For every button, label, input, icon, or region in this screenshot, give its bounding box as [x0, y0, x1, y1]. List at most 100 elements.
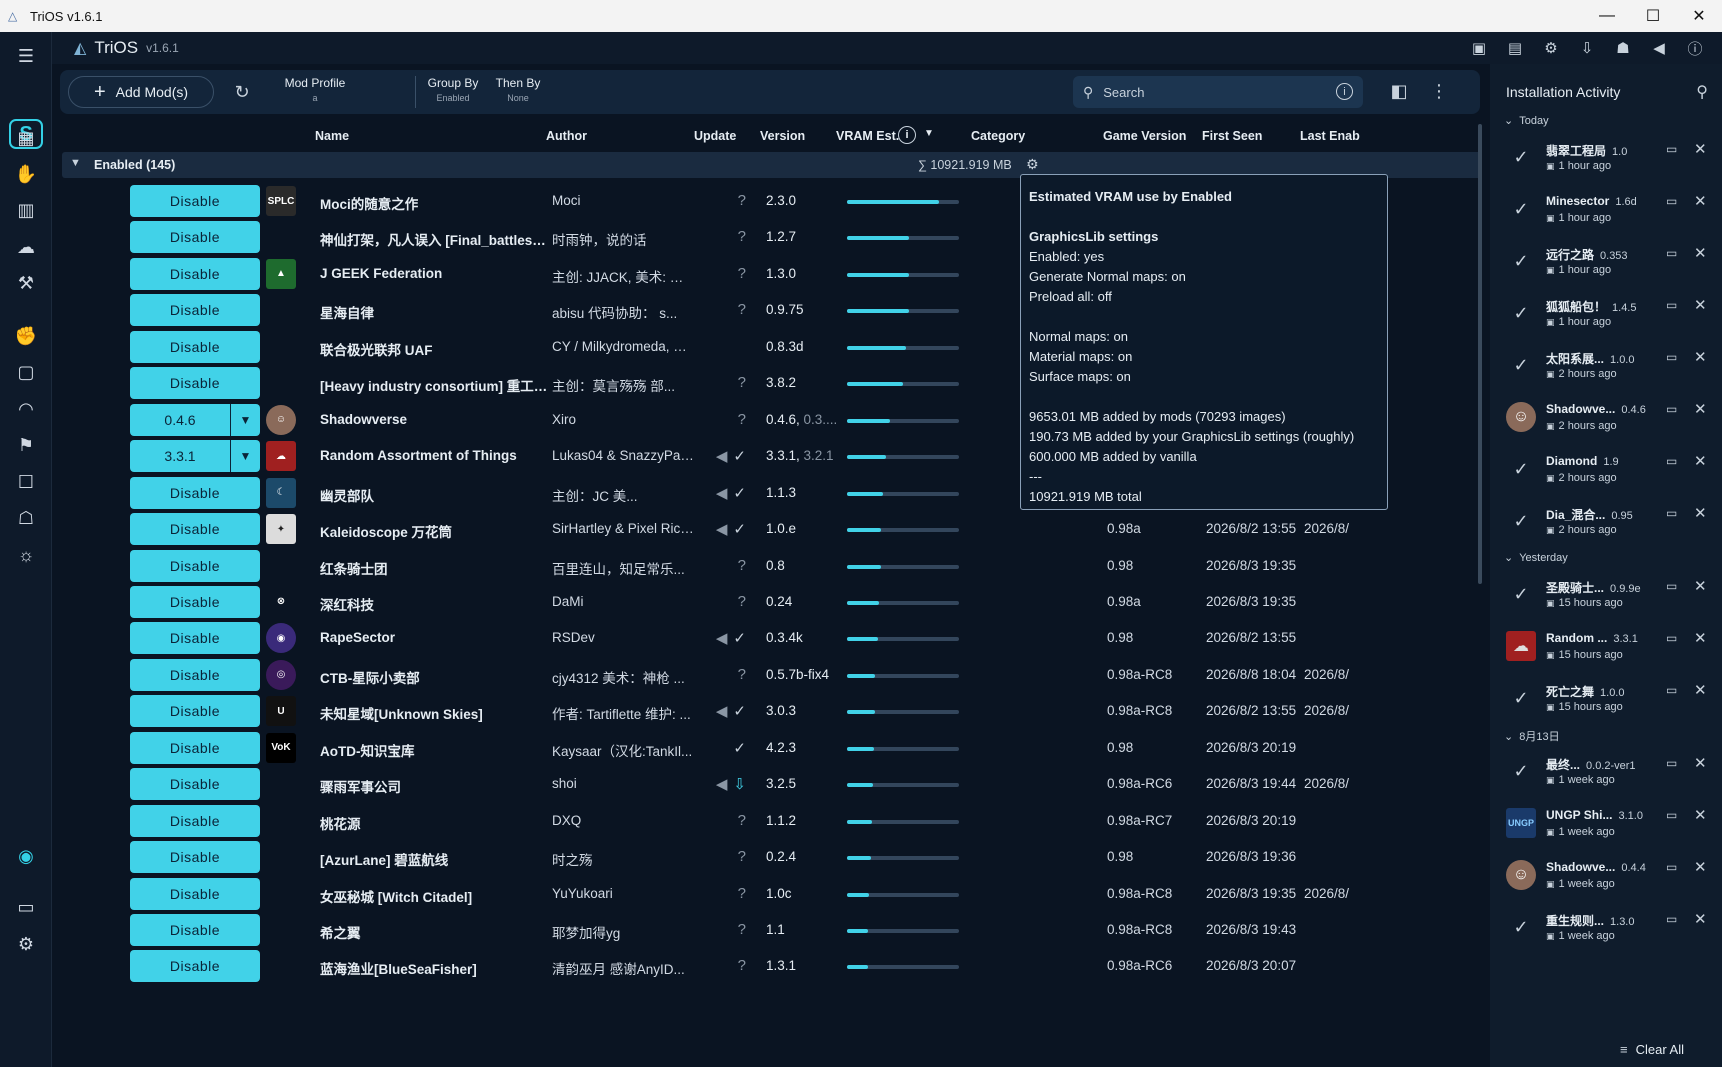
col-last-enabled[interactable]: Last Enab [1300, 129, 1360, 143]
col-author[interactable]: Author [546, 129, 587, 143]
table-row[interactable]: Disable ✦ Kaleidoscope 万花筒 SirHartley & … [52, 510, 1482, 548]
activity-item[interactable]: ☺ Shadowve... 0.4.6 ▣ 2 hours ago ▭ ✕ [1500, 392, 1716, 444]
dismiss-icon[interactable]: ✕ [1694, 858, 1707, 876]
eye-icon[interactable]: ◉ [12, 842, 40, 870]
activity-item[interactable]: ✓ 圣殿骑士... 0.9.9e ▣ 15 hours ago ▭ ✕ [1500, 569, 1716, 621]
mod-name[interactable]: 星海自律 [320, 302, 552, 322]
dismiss-icon[interactable]: ✕ [1694, 140, 1707, 158]
dismiss-icon[interactable]: ✕ [1694, 244, 1707, 262]
disable-button[interactable]: Disable [130, 622, 260, 655]
disable-button[interactable]: Disable [130, 185, 260, 217]
open-folder-icon[interactable]: ▭ [1666, 454, 1677, 468]
search-info-icon[interactable]: i [1336, 83, 1353, 100]
disable-button[interactable]: Disable [130, 841, 260, 874]
dismiss-icon[interactable]: ✕ [1694, 400, 1707, 418]
activity-item[interactable]: ✓ Dia_混合... 0.95 ▣ 2 hours ago ▭ ✕ [1500, 496, 1716, 548]
settings-icon[interactable]: ⚙ [12, 930, 40, 958]
version-select-button[interactable]: 3.3.1 ▼ [130, 440, 260, 473]
mod-name[interactable]: CTB-星际小卖部 [320, 667, 552, 687]
table-row[interactable]: Disable ⊗ 深红科技 DaMi ? 0.24 0.98a 2026/8/… [52, 583, 1482, 621]
dismiss-icon[interactable]: ✕ [1694, 577, 1707, 595]
disable-button[interactable]: Disable [130, 585, 260, 618]
table-row[interactable]: Disable U 未知星域[Unknown Skies] 作者: Tartif… [52, 692, 1482, 730]
chip-icon[interactable]: ▢ [12, 358, 40, 386]
chip-settings-icon[interactable]: ⚙ [1026, 156, 1039, 173]
column-layout-icon[interactable]: ◧ [1388, 80, 1410, 102]
close-window-button[interactable]: ✕ [1676, 0, 1722, 32]
download-icon[interactable]: ⇩ [1576, 37, 1598, 59]
activity-item[interactable]: UNGP UNGP Shi... 3.1.0 ▣ 1 week ago ▭ ✕ [1500, 798, 1716, 850]
disable-button[interactable]: Disable [130, 330, 260, 363]
dismiss-icon[interactable]: ✕ [1694, 681, 1707, 699]
dismiss-icon[interactable]: ✕ [1694, 504, 1707, 522]
group-by-dropdown[interactable]: Group By Enabled [420, 76, 486, 103]
mods-icon[interactable]: ✋ [12, 160, 40, 188]
disable-button[interactable]: Disable [130, 950, 260, 983]
open-folder-icon[interactable]: ▭ [1666, 194, 1677, 208]
mod-name[interactable]: 希之翼 [320, 922, 552, 942]
disable-button[interactable]: Disable [130, 476, 260, 509]
gallery-icon[interactable]: ▥ [12, 196, 40, 224]
dropdown-arrow-icon[interactable]: ▼ [230, 440, 260, 473]
search-input[interactable] [1103, 84, 1314, 100]
col-category[interactable]: Category [971, 129, 1025, 143]
dismiss-icon[interactable]: ✕ [1694, 192, 1707, 210]
megaphone-icon[interactable]: ◀ [716, 520, 728, 538]
disable-button[interactable]: Disable [130, 221, 260, 254]
mod-name[interactable]: 幽灵部队 [320, 485, 552, 505]
mod-name[interactable]: 红条骑士团 [320, 558, 552, 578]
dismiss-icon[interactable]: ✕ [1694, 754, 1707, 772]
mod-name[interactable]: [AzurLane] 碧蓝航线 [320, 849, 552, 869]
activity-item[interactable]: ✓ 重生规则... 1.3.0 ▣ 1 week ago ▭ ✕ [1500, 902, 1716, 954]
mod-name[interactable]: RapeSector [320, 630, 552, 645]
pin-icon[interactable]: ⚲ [1696, 82, 1708, 102]
open-folder-icon[interactable]: ▭ [1666, 350, 1677, 364]
vram-dropdown-icon[interactable]: ▼ [924, 128, 934, 139]
mod-name[interactable]: J GEEK Federation [320, 266, 552, 281]
megaphone-icon[interactable]: ◀ [716, 775, 728, 793]
mod-name[interactable]: AoTD-知识宝库 [320, 740, 552, 760]
open-folder-icon[interactable]: ▭ [1666, 631, 1677, 645]
disable-button[interactable]: Disable [130, 549, 260, 582]
disable-button[interactable]: Disable [130, 695, 260, 728]
disable-button[interactable]: Disable [130, 367, 260, 400]
megaphone-icon[interactable]: ◀ [716, 702, 728, 720]
flag-icon[interactable]: ⚑ [12, 431, 40, 459]
mod-name[interactable]: Kaleidoscope 万花筒 [320, 521, 552, 541]
activity-item[interactable]: ✓ 太阳系展... 1.0.0 ▣ 2 hours ago ▭ ✕ [1500, 340, 1716, 392]
table-row[interactable]: Disable 女巫秘城 [Witch Citadel] YuYukoari ?… [52, 875, 1482, 913]
megaphone-icon[interactable]: ◀ [716, 447, 728, 465]
then-by-dropdown[interactable]: Then By None [488, 76, 548, 103]
mod-name[interactable]: 未知星域[Unknown Skies] [320, 703, 552, 723]
dismiss-icon[interactable]: ✕ [1694, 629, 1707, 647]
table-row[interactable]: Disable VoK AoTD-知识宝库 Kaysaar（汉化:TankIl.… [52, 729, 1482, 767]
settings-gear-icon[interactable]: ⚙ [1540, 37, 1562, 59]
table-row[interactable]: Disable 蓝海渔业[BlueSeaFisher] 清韵巫月 感谢AnyID… [52, 947, 1482, 985]
more-options-icon[interactable]: ⋮ [1428, 80, 1450, 102]
open-folder-icon[interactable]: ▭ [1666, 860, 1677, 874]
log-file-icon[interactable]: ▤ [1504, 37, 1526, 59]
dismiss-icon[interactable]: ✕ [1694, 806, 1707, 824]
mod-name[interactable]: 桃花源 [320, 813, 552, 833]
table-scrollbar[interactable] [1478, 124, 1482, 584]
disable-button[interactable]: Disable [130, 768, 260, 801]
open-folder-icon[interactable]: ▭ [1666, 246, 1677, 260]
minimize-button[interactable]: — [1584, 0, 1630, 32]
dismiss-icon[interactable]: ✕ [1694, 296, 1707, 314]
activity-group-header[interactable]: ⌄ Today [1504, 114, 1549, 127]
col-game-version[interactable]: Game Version [1103, 129, 1186, 143]
disable-button[interactable]: Disable [130, 294, 260, 327]
hammer-icon[interactable]: ⚒ [12, 269, 40, 297]
activity-item[interactable]: ✓ 最终... 0.0.2-ver1 ▣ 1 week ago ▭ ✕ [1500, 746, 1716, 798]
activity-group-header[interactable]: ⌄ Yesterday [1504, 551, 1568, 564]
activity-item[interactable]: ✓ Diamond 1.9 ▣ 2 hours ago ▭ ✕ [1500, 444, 1716, 496]
table-row[interactable]: Disable 红条骑士团 百里连山，知足常乐... ? 0.8 0.98 20… [52, 547, 1482, 585]
col-name[interactable]: Name [315, 129, 349, 143]
table-row[interactable]: Disable ◉ RapeSector RSDev ◀ ✓ 0.3.4k 0.9… [52, 619, 1482, 657]
activity-item[interactable]: ✓ 狐狐船包！ 1.4.5 ▣ 1 hour ago ▭ ✕ [1500, 288, 1716, 340]
disable-button[interactable]: Disable [130, 731, 260, 764]
megaphone-icon[interactable]: ◀ [716, 629, 728, 647]
activity-item[interactable]: ☺ Shadowve... 0.4.4 ▣ 1 week ago ▭ ✕ [1500, 850, 1716, 902]
open-folder-icon[interactable]: ▭ [1666, 912, 1677, 926]
menu-icon[interactable]: ☰ [12, 42, 40, 70]
